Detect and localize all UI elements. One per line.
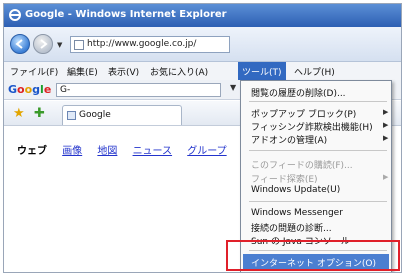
- ie-logo-icon: [9, 9, 21, 21]
- menu-item-manage-addons[interactable]: アドオンの管理(A): [251, 133, 327, 146]
- favorites-star-icon[interactable]: ★: [13, 106, 25, 121]
- logo-letter: e: [43, 83, 52, 96]
- menu-favorites[interactable]: お気に入り(A): [150, 65, 208, 78]
- back-button[interactable]: [10, 34, 30, 54]
- back-arrow-icon: [15, 39, 23, 49]
- menu-item-phishing-filter[interactable]: フィッシング詐欺検出機能(H): [251, 120, 373, 133]
- submenu-arrow-icon: ▶: [383, 173, 389, 181]
- link-images[interactable]: 画像: [62, 146, 82, 157]
- menu-item-windows-update[interactable]: Windows Update(U): [251, 185, 340, 195]
- link-maps[interactable]: 地図: [97, 146, 117, 157]
- menu-item-windows-messenger[interactable]: Windows Messenger: [251, 208, 343, 218]
- submenu-arrow-icon: ▶: [383, 134, 389, 142]
- tab-google[interactable]: Google: [62, 105, 182, 125]
- ie-window: Google - Windows Internet Explorer ▼ htt…: [3, 3, 402, 273]
- menu-tools[interactable]: ツール(T): [238, 62, 286, 80]
- menu-help[interactable]: ヘルプ(H): [294, 65, 335, 78]
- add-favorite-icon[interactable]: ✚: [34, 106, 45, 121]
- link-groups[interactable]: グループ: [187, 146, 226, 157]
- url-text: http://www.google.co.jp/: [87, 39, 197, 49]
- window-title: Google - Windows Internet Explorer: [25, 9, 227, 20]
- submenu-arrow-icon: ▶: [383, 121, 389, 129]
- logo-letter: o: [17, 83, 25, 96]
- tab-label: Google: [79, 110, 111, 120]
- logo-letter: g: [32, 83, 41, 96]
- menu-item-diagnose-connection[interactable]: 接続の問題の診断...: [251, 221, 332, 234]
- menu-separator: [249, 101, 387, 102]
- menu-separator: [249, 201, 387, 202]
- menu-item-delete-history[interactable]: 閲覧の履歴の削除(D)...: [251, 86, 346, 99]
- menu-item-popup-blocker[interactable]: ポップアップ ブロック(P): [251, 107, 356, 120]
- submenu-arrow-icon: ▶: [383, 108, 389, 116]
- menu-view[interactable]: 表示(V): [108, 65, 139, 78]
- history-dropdown-icon[interactable]: ▼: [57, 41, 62, 49]
- menu-edit[interactable]: 編集(E): [67, 65, 98, 78]
- forward-button[interactable]: [33, 34, 53, 54]
- google-toolbar-logo: Google: [8, 83, 51, 96]
- highlight-callout: [226, 240, 400, 271]
- menu-item-feed-discovery: フィード探索(E): [251, 175, 318, 185]
- page-icon: [74, 40, 84, 50]
- title-bar: Google - Windows Internet Explorer: [4, 4, 401, 27]
- logo-letter: G: [8, 83, 18, 96]
- link-web[interactable]: ウェブ: [17, 146, 47, 157]
- url-input[interactable]: http://www.google.co.jp/: [70, 36, 230, 53]
- tab-favicon-icon: [67, 111, 76, 120]
- link-news[interactable]: ニュース: [133, 146, 173, 157]
- forward-arrow-icon: [40, 39, 48, 49]
- google-nav-links: ウェブ 画像 地図 ニュース グループ: [17, 142, 239, 157]
- google-search-input[interactable]: G-: [56, 83, 221, 97]
- menu-item-subscribe-feed: このフィードの購読(F)...: [251, 161, 353, 171]
- address-bar: ▼ http://www.google.co.jp/: [4, 27, 401, 62]
- menu-separator: [249, 150, 387, 151]
- menu-bar: ファイル(F) 編集(E) 表示(V) お気に入り(A) ツール(T) ヘルプ(…: [4, 62, 401, 80]
- menu-file[interactable]: ファイル(F): [10, 65, 58, 78]
